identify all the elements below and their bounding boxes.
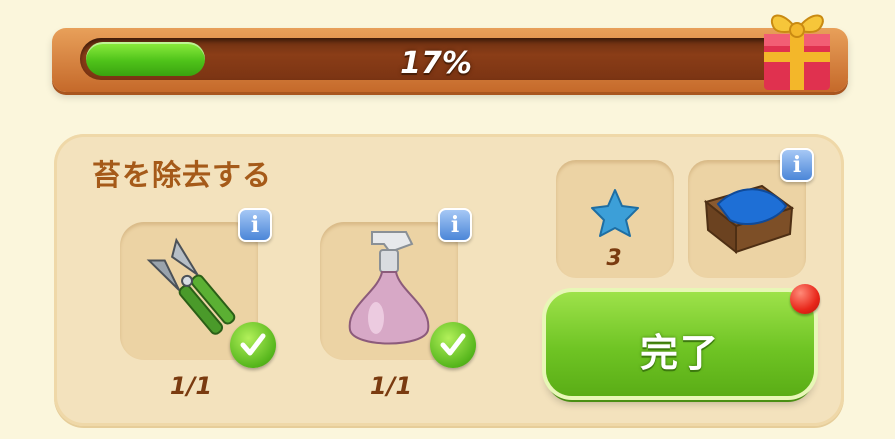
progress-track: 17% — [80, 38, 792, 81]
reward-count: 3 — [606, 246, 622, 271]
info-icon[interactable]: i — [438, 208, 472, 242]
checkmark-icon — [430, 322, 476, 368]
tool-count: 1/1 — [169, 372, 213, 400]
progress-percent-label: 17% — [400, 46, 472, 81]
notification-dot — [790, 284, 820, 314]
tool-count: 1/1 — [369, 372, 413, 400]
complete-button[interactable]: 完了 — [546, 292, 814, 396]
task-title: 苔を除去する — [92, 158, 273, 192]
complete-button-label: 完了 — [639, 331, 720, 375]
checkmark-icon — [230, 322, 276, 368]
info-icon[interactable]: i — [238, 208, 272, 242]
gift-box-icon[interactable] — [752, 0, 842, 96]
info-icon[interactable]: i — [780, 148, 814, 182]
progress-bar: 17% — [52, 28, 848, 92]
